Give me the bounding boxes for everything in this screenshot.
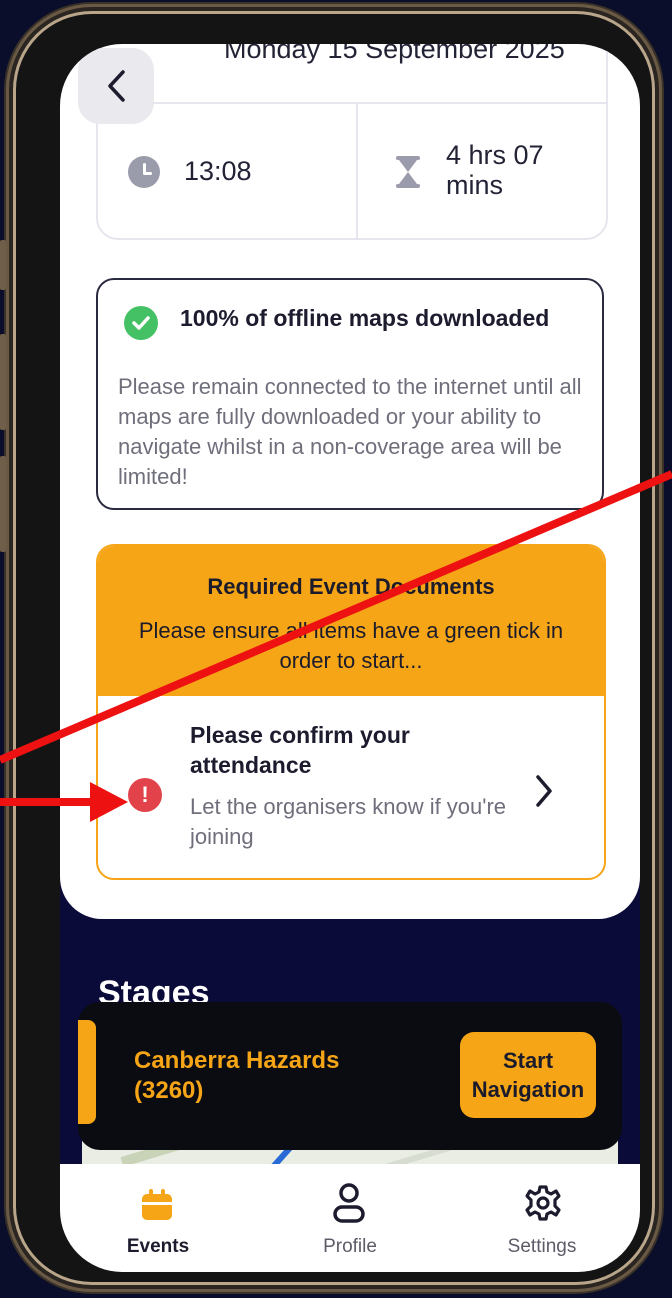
annotation-arrow xyxy=(0,470,672,822)
